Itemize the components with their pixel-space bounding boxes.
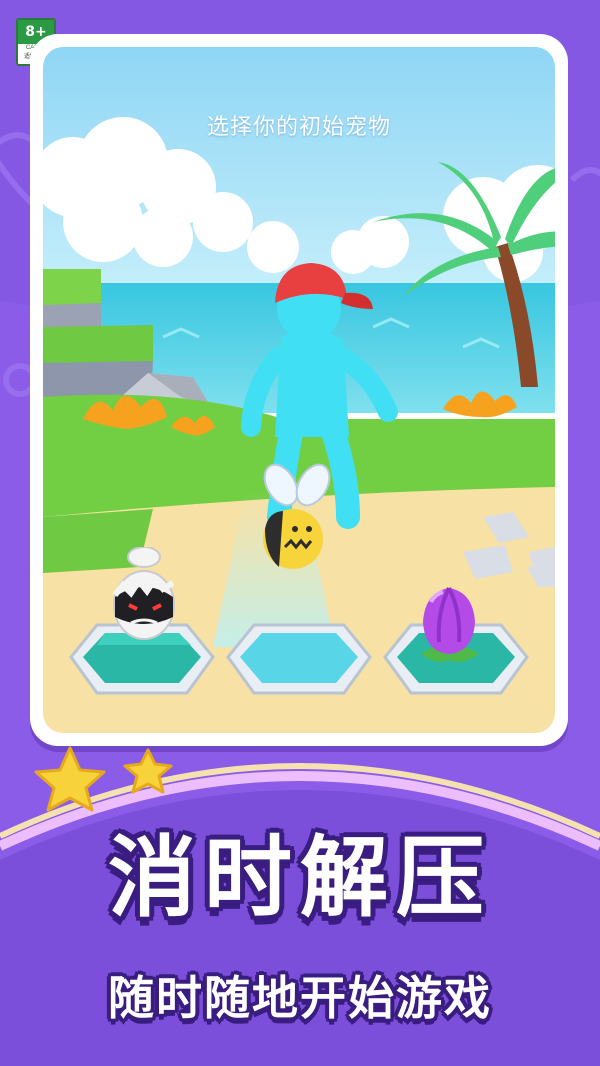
- scene-caption: 选择你的初始宠物: [206, 115, 391, 140]
- promo-headline: 消时解压: [107, 826, 492, 929]
- pet-pad-bee[interactable]: [224, 621, 374, 701]
- cracked-egg-monster-icon[interactable]: [109, 547, 179, 643]
- promo-subline: 随时随地开始游戏: [108, 971, 492, 1025]
- game-scene: 选择你的初始宠物: [43, 47, 555, 733]
- star-decoration-icon: [34, 746, 173, 812]
- purple-flower-bud-icon[interactable]: [409, 582, 489, 672]
